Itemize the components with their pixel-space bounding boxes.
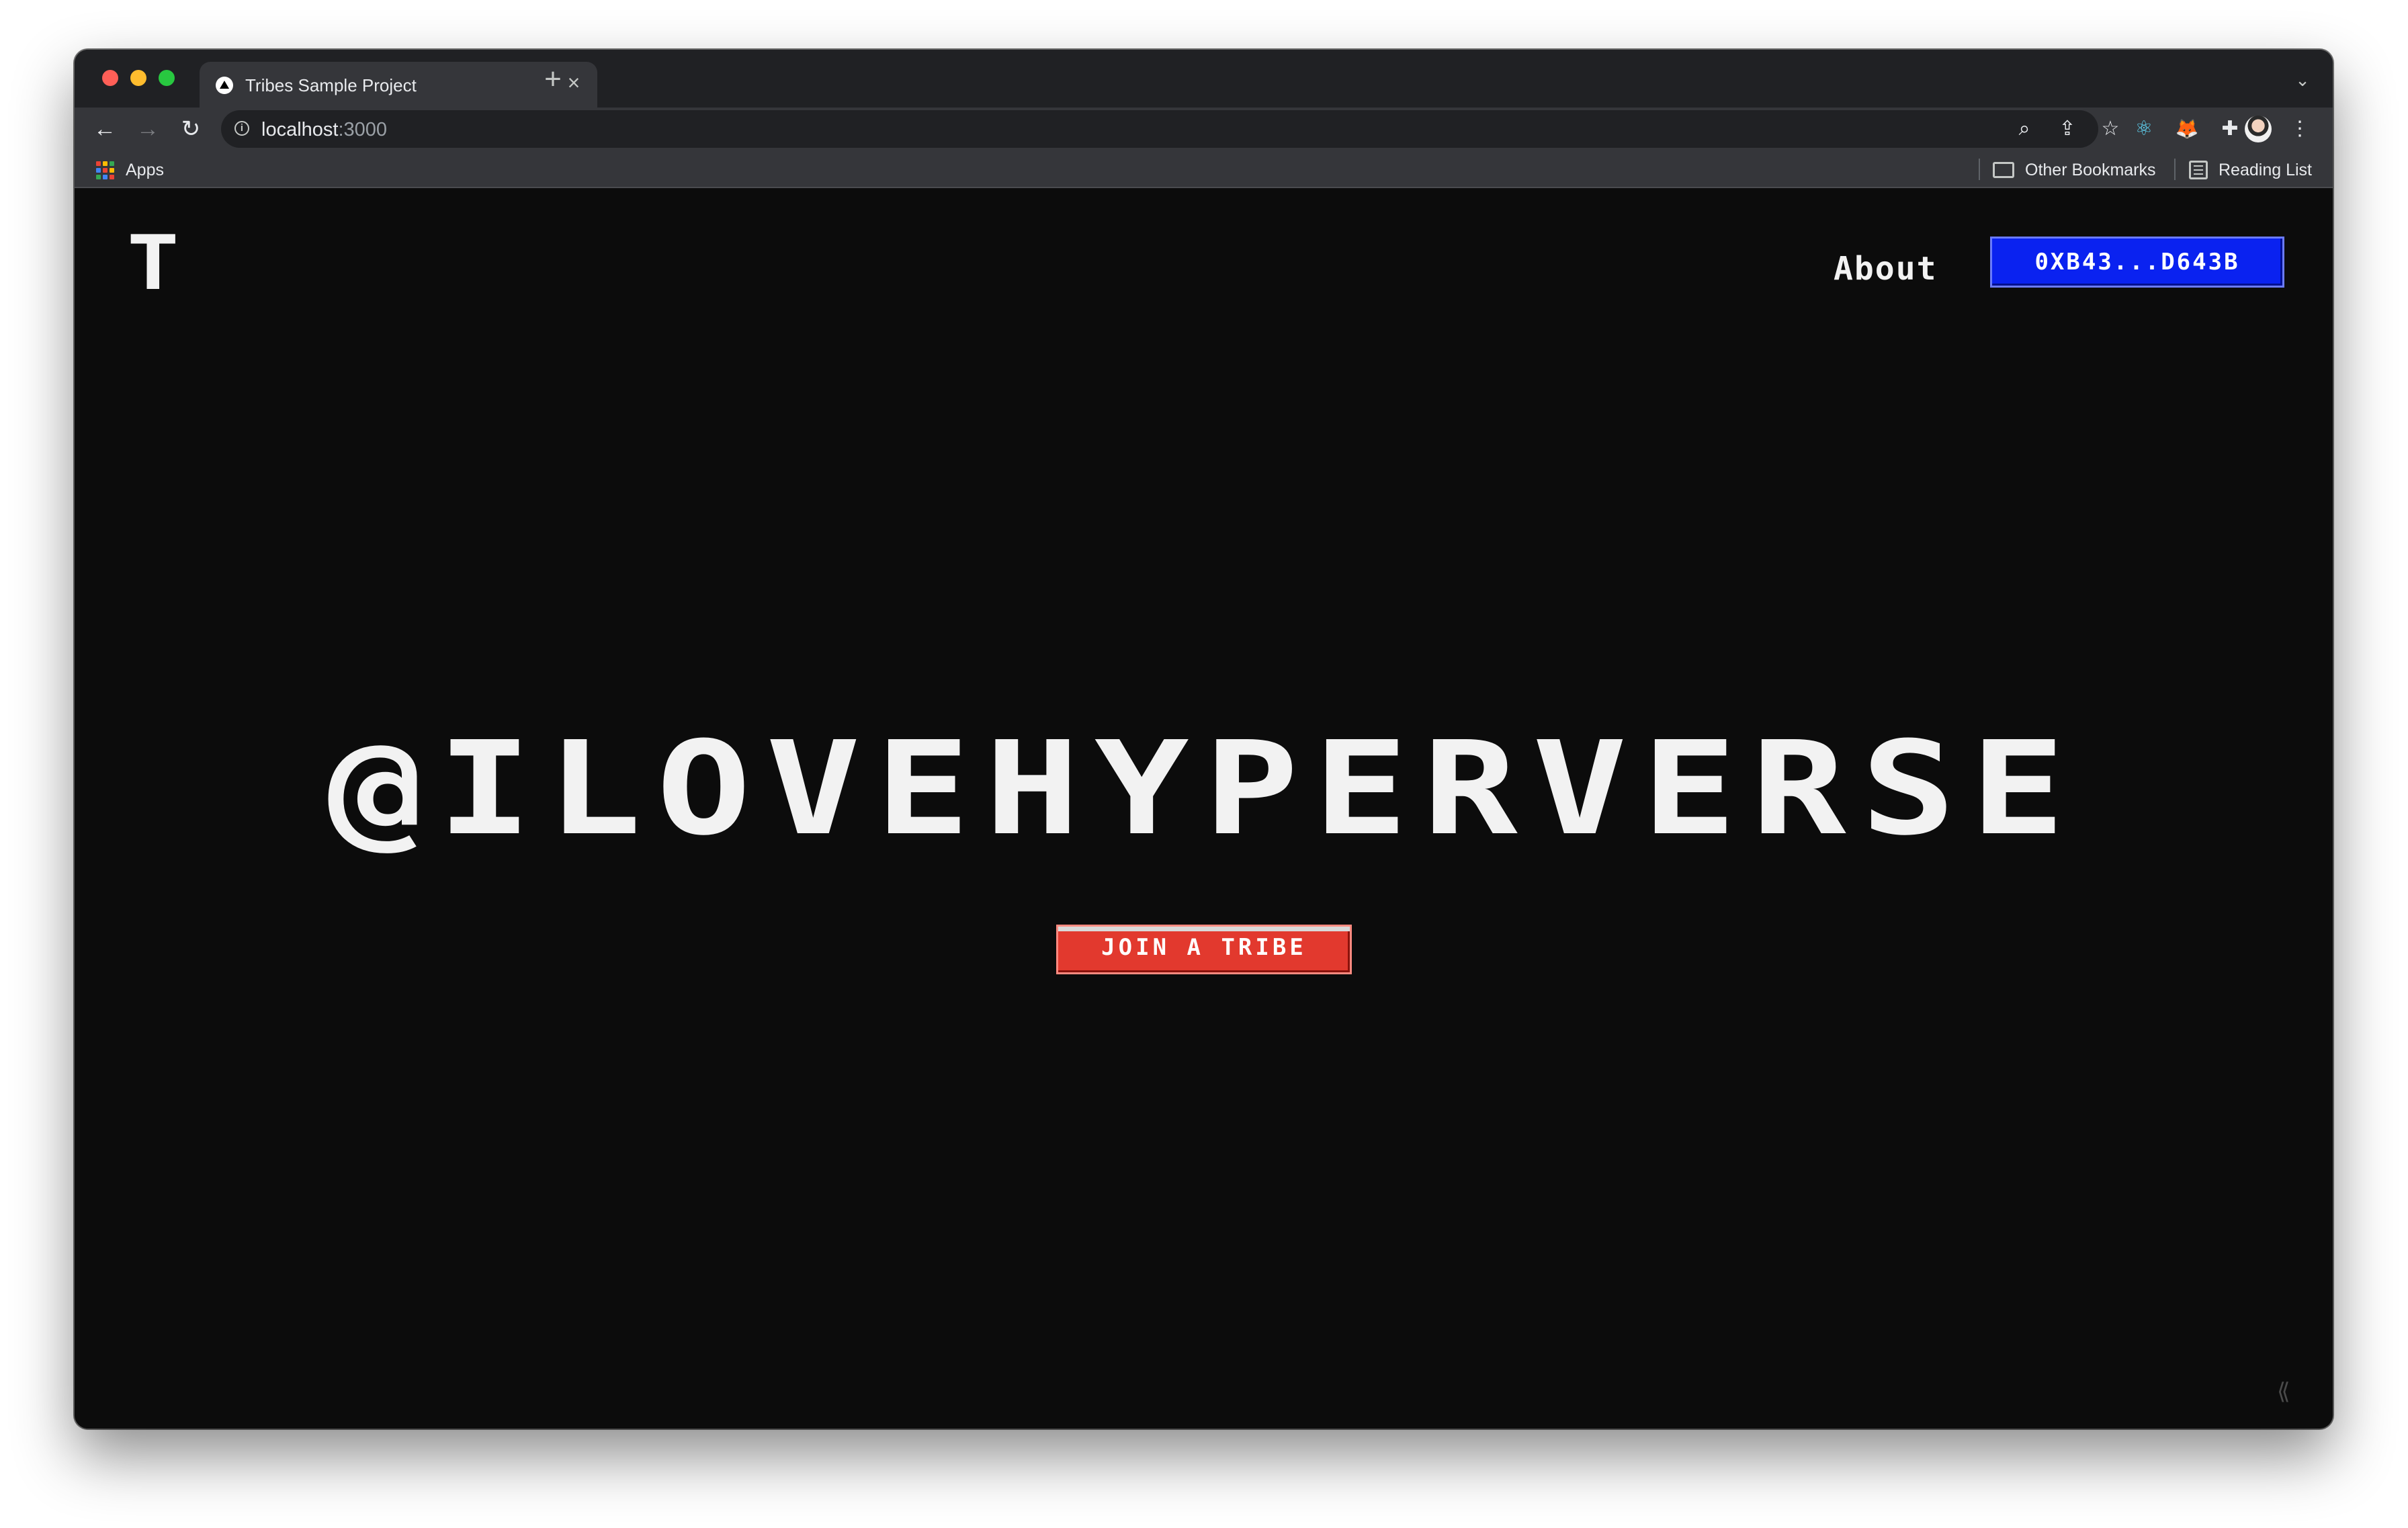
apps-dot [103, 175, 108, 179]
bookmark-reading-list[interactable]: Reading List [2219, 161, 2312, 180]
apps-dot [110, 175, 114, 179]
browser-toolbar: ← → ↻ i localhost:3000 ⌕ ⇪ ☆ ⚛ 🦊 ✚ ⋮ [75, 108, 2333, 151]
reading-list-icon [2189, 161, 2208, 179]
zoom-icon[interactable]: ⌕ [2011, 116, 2038, 142]
folder-icon [1993, 162, 2014, 178]
extensions-icon[interactable]: ✚ [2215, 114, 2245, 144]
apps-dot [110, 168, 114, 173]
share-icon[interactable]: ⇪ [2054, 116, 2081, 142]
maximize-window-button[interactable] [159, 70, 175, 86]
url-text[interactable]: localhost:3000 [261, 119, 387, 141]
wallet-address-button[interactable]: 0XB43...D643B [1990, 237, 2284, 288]
browser-menu-icon[interactable]: ⋮ [2285, 114, 2315, 144]
apps-dot [96, 175, 101, 179]
apps-dot [103, 161, 108, 166]
address-bar[interactable]: i localhost:3000 ⌕ ⇪ ☆ [221, 110, 2119, 148]
close-window-button[interactable] [102, 70, 118, 86]
new-tab-button[interactable]: + [538, 65, 568, 95]
hero-title-text: @ILOVEHYPERVERSE [327, 714, 2080, 864]
join-tribe-button[interactable]: JOIN A TRIBE [1056, 925, 1352, 974]
bookmark-other-bookmarks[interactable]: Other Bookmarks [2025, 161, 2156, 180]
browser-window: Tribes Sample Project × + ⌄ ← → ↻ i loca… [75, 50, 2333, 1429]
profile-avatar[interactable] [2245, 116, 2272, 142]
bookmarks-bar: Apps Other Bookmarks Reading List [75, 151, 2333, 188]
bookmark-apps[interactable]: Apps [126, 161, 164, 180]
tab-search-icon[interactable]: ⌄ [2292, 70, 2313, 90]
forward-button[interactable]: → [133, 114, 163, 144]
url-port: :3000 [338, 119, 388, 140]
back-button[interactable]: ← [90, 114, 120, 144]
nav-about-link[interactable]: About [1834, 250, 1938, 288]
apps-dot [110, 161, 114, 166]
apps-dot [96, 161, 101, 166]
minimize-window-button[interactable] [130, 70, 146, 86]
url-host: localhost [261, 119, 339, 140]
apps-grid-icon[interactable] [96, 161, 114, 179]
hero-title: @ILOVEHYPERVERSE [75, 714, 2333, 864]
bookmark-star-icon[interactable]: ☆ [2097, 116, 2124, 142]
dev-indicator-icon[interactable]: ⟪ [2274, 1380, 2294, 1403]
apps-dot [103, 168, 108, 173]
tab-strip: Tribes Sample Project × + ⌄ [75, 50, 2333, 108]
tab-title: Tribes Sample Project [245, 75, 417, 95]
reload-button[interactable]: ↻ [176, 114, 206, 144]
web-page: T About 0XB43...D643B @ILOVEHYPERVERSE J… [75, 188, 2333, 1429]
apps-dot [96, 168, 101, 173]
metamask-icon[interactable]: 🦊 [2172, 114, 2202, 144]
vercel-favicon-icon [216, 77, 233, 94]
react-devtools-icon[interactable]: ⚛ [2129, 114, 2159, 144]
site-info-icon[interactable]: i [234, 121, 249, 136]
site-logo[interactable]: T [127, 226, 179, 301]
bookmark-divider [2174, 159, 2176, 180]
bookmark-divider [1979, 159, 1980, 180]
